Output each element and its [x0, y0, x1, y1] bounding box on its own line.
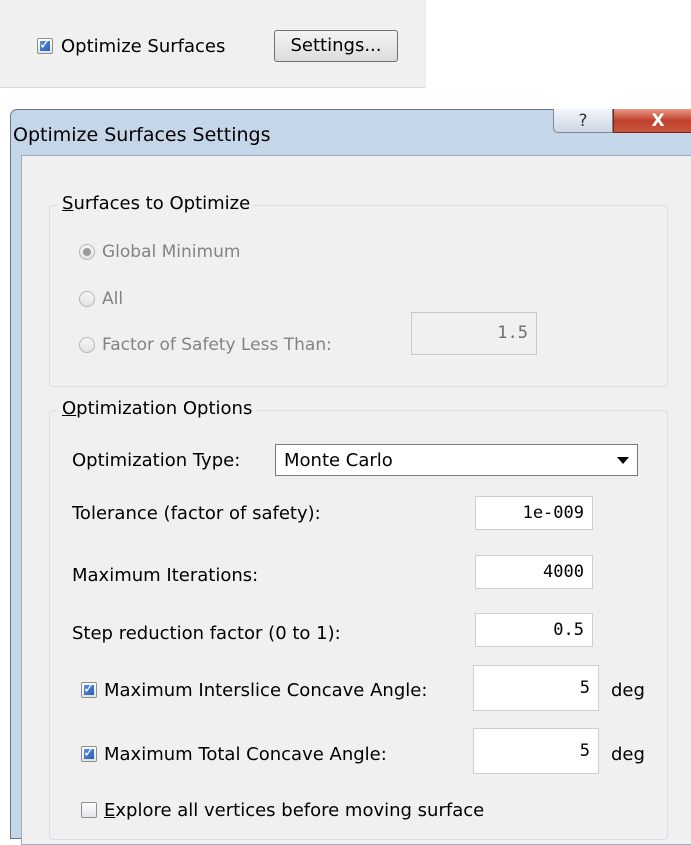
all-label: All [102, 289, 124, 309]
max-iterations-input[interactable]: 4000 [475, 555, 593, 589]
interslice-deg-unit: deg [611, 680, 645, 701]
radio-factor-of-safety[interactable] [79, 337, 95, 353]
factor-of-safety-input[interactable]: 1.5 [411, 312, 537, 355]
help-button[interactable]: ? [553, 109, 613, 133]
interslice-angle-label[interactable]: Maximum Interslice Concave Angle: [104, 680, 427, 701]
optimization-type-select[interactable]: Monte Carlo [275, 444, 638, 476]
max-iterations-label: Maximum Iterations: [72, 565, 259, 586]
interslice-angle-input[interactable]: 5 [473, 665, 599, 711]
radio-global-minimum[interactable] [79, 244, 95, 260]
close-button[interactable]: X [613, 109, 691, 133]
step-reduction-input[interactable]: 0.5 [475, 613, 593, 647]
step-reduction-label: Step reduction factor (0 to 1): [72, 623, 341, 644]
optimization-type-value: Monte Carlo [284, 450, 393, 471]
optimize-surfaces-label[interactable]: Optimize Surfaces [61, 36, 225, 57]
optimize-surfaces-checkbox[interactable]: ✓ [37, 37, 53, 54]
radio-all[interactable] [79, 291, 95, 307]
total-angle-checkbox[interactable]: ✓ [81, 745, 97, 762]
tolerance-input[interactable]: 1e-009 [475, 496, 593, 530]
explore-vertices-checkbox[interactable] [81, 802, 97, 818]
dialog-title: Optimize Surfaces Settings [13, 124, 271, 146]
total-deg-unit: deg [611, 744, 645, 765]
chevron-down-icon [617, 457, 629, 464]
help-icon: ? [578, 111, 588, 131]
optimization-options-title: Optimization Options [58, 398, 257, 419]
tolerance-label: Tolerance (factor of safety): [72, 503, 321, 524]
dialog-titlebar[interactable]: Optimize Surfaces Settings ? X [11, 109, 691, 146]
interslice-angle-checkbox[interactable]: ✓ [81, 681, 97, 698]
surfaces-group-title: Surfaces to Optimize [58, 193, 255, 214]
total-angle-label[interactable]: Maximum Total Concave Angle: [104, 744, 387, 765]
main-options-strip: ✓ Optimize Surfaces Settings... [0, 0, 426, 88]
factor-of-safety-label: Factor of Safety Less Than: [102, 335, 332, 355]
global-minimum-label: Global Minimum [102, 242, 241, 262]
surfaces-to-optimize-group [49, 205, 668, 387]
settings-button[interactable]: Settings... [274, 30, 398, 62]
optimization-type-label: Optimization Type: [72, 450, 241, 471]
explore-vertices-label[interactable]: Explore all vertices before moving surfa… [104, 800, 484, 821]
total-angle-input[interactable]: 5 [473, 728, 599, 774]
close-icon: X [651, 111, 665, 131]
